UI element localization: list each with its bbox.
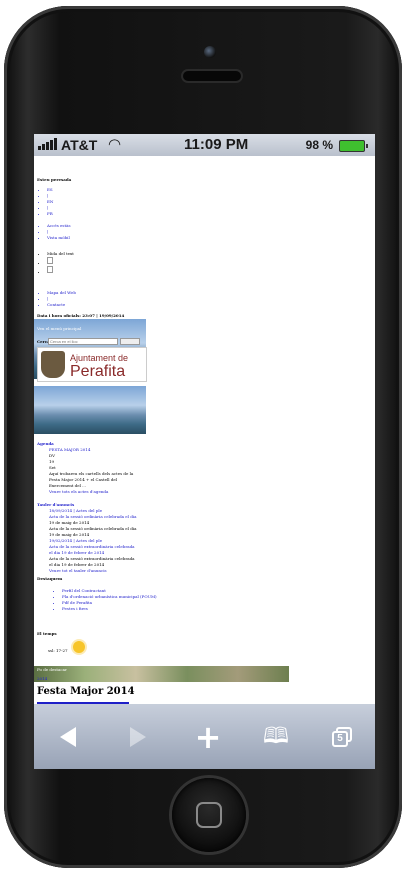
text-size-list: Mida del text xyxy=(37,251,74,275)
page-heading: Festa Major 2014 xyxy=(37,686,135,697)
sun-icon xyxy=(73,641,85,653)
add-button[interactable]: + xyxy=(190,718,226,756)
photo-caption: Fo de destacar xyxy=(37,667,67,672)
plus-icon: + xyxy=(194,718,222,756)
link-accessible[interactable]: Accés estàs xyxy=(47,223,71,229)
text-size-decrease[interactable] xyxy=(47,266,53,273)
you-are-here: Esteu peresada xyxy=(37,177,72,182)
year-link[interactable]: 2014 xyxy=(37,676,47,682)
tabs-count: 5 xyxy=(332,731,348,747)
battery-icon xyxy=(339,140,368,152)
home-button[interactable] xyxy=(172,778,246,852)
wifi-icon: ◠ xyxy=(108,136,122,153)
battery-percent: 98 % xyxy=(305,138,333,152)
safari-toolbar: + 🕮 5 xyxy=(34,704,375,769)
weather-heading: El temps xyxy=(37,631,57,636)
agenda-see-all-link[interactable]: Veure tots els actes d'agenda xyxy=(49,489,149,495)
web-content: Esteu peresada ES | EN | FR Accés estàs … xyxy=(34,156,375,704)
back-button[interactable] xyxy=(50,722,86,752)
destaquem-heading: Destaquem xyxy=(37,576,63,581)
search-bar: Cerca xyxy=(37,338,143,346)
book-icon: 🕮 xyxy=(263,724,289,749)
logo[interactable]: Ajuntament de Perafita xyxy=(37,347,147,382)
coat-of-arms-icon xyxy=(41,351,65,378)
search-button[interactable] xyxy=(120,338,140,345)
agenda-list: FESTA MAJOR 2014 DV 19 Set Aquí trobareu… xyxy=(49,447,149,495)
front-camera xyxy=(204,46,216,58)
text-size-increase[interactable] xyxy=(47,257,53,264)
forward-button[interactable] xyxy=(120,722,156,752)
earpiece xyxy=(183,71,241,81)
bookmarks-button[interactable]: 🕮 xyxy=(258,722,294,752)
search-input[interactable] xyxy=(48,338,118,345)
logo-text-2: Perafita xyxy=(70,363,126,380)
status-bar: AT&T ◠ 11:09 PM 98 % xyxy=(34,134,375,156)
logo-text-1: Ajuntament de xyxy=(70,353,129,363)
status-time: 11:09 PM xyxy=(184,136,249,153)
main-menu-link[interactable]: Veu el menú principal xyxy=(37,326,81,332)
forward-arrow-icon xyxy=(130,727,146,747)
language-list: ES | EN | FR xyxy=(37,187,53,217)
link-sitemap[interactable]: Mapa del Web xyxy=(47,290,76,296)
signal-icon xyxy=(38,137,58,153)
weather-text: ssl: 17-27 xyxy=(48,648,68,653)
link-contact[interactable]: Contacte xyxy=(47,302,76,308)
destaquem-list: Perfil del Contractant Pla d'ordenació u… xyxy=(52,588,162,612)
tabs-button[interactable]: 5 xyxy=(325,722,361,752)
lang-fr[interactable]: FR xyxy=(47,211,53,217)
back-arrow-icon xyxy=(60,727,76,747)
tauler-list: 18/09/2014 | Actes del ple Acta de la se… xyxy=(49,508,154,574)
destaquem-link[interactable]: Festes i fires xyxy=(62,606,162,612)
carrier: AT&T xyxy=(38,137,97,153)
tauler-see-all-link[interactable]: Veure tot el tauler d'anuncis xyxy=(49,568,154,574)
access-list: Accés estàs | Vista mòbil xyxy=(37,223,71,241)
festival-photo xyxy=(34,666,289,682)
tabs-icon: 5 xyxy=(332,727,354,747)
sitemap-list: Mapa del Web | Contacte xyxy=(37,290,76,308)
landscape-image xyxy=(34,386,146,434)
link-mobile-view[interactable]: Vista mòbil xyxy=(47,235,71,241)
screen: AT&T ◠ 11:09 PM 98 % Esteu peresada ES |… xyxy=(34,134,375,769)
